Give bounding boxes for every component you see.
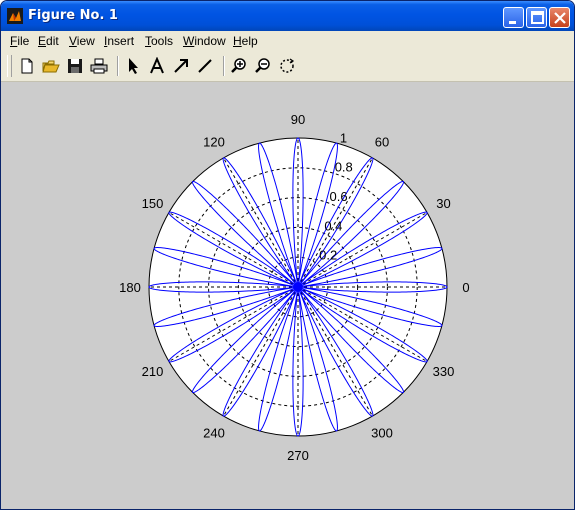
new-file-icon xyxy=(21,58,33,74)
print-button[interactable] xyxy=(90,57,108,75)
menu-window-mnemonic: W xyxy=(183,34,195,48)
radial-tick-label: 0.6 xyxy=(330,189,348,204)
zoom-out-icon xyxy=(255,58,270,73)
maximize-button[interactable] xyxy=(526,7,547,28)
zoom-in-button[interactable] xyxy=(230,57,248,75)
insert-text-icon xyxy=(150,57,164,74)
menu-bar: File Edit View Insert Tools Window Help xyxy=(1,31,574,51)
angle-tick-label: 300 xyxy=(371,425,393,440)
angle-tick-label: 180 xyxy=(119,280,141,295)
insert-line-button[interactable] xyxy=(196,57,214,75)
menu-window[interactable]: Window xyxy=(183,34,226,48)
menu-view-label: iew xyxy=(76,34,95,48)
select-arrow-icon xyxy=(129,58,138,74)
angle-tick-label: 0 xyxy=(462,280,469,295)
matlab-icon xyxy=(7,8,23,24)
figure-toolbar xyxy=(1,51,574,82)
print-icon xyxy=(90,58,108,74)
zoom-in-icon xyxy=(231,58,246,73)
minimize-button[interactable] xyxy=(503,7,524,28)
toolbar-grip[interactable] xyxy=(7,55,12,77)
angle-tick-label: 120 xyxy=(203,135,225,150)
angle-tick-label: 330 xyxy=(433,364,455,379)
menu-file-label: ile xyxy=(17,34,30,48)
angle-tick-label: 90 xyxy=(291,112,305,127)
save-icon xyxy=(68,59,82,73)
toolbar-separator xyxy=(223,56,225,76)
insert-text-button[interactable] xyxy=(148,57,166,75)
menu-tools-label: ools xyxy=(151,34,174,48)
radial-tick-label: 0.2 xyxy=(319,248,337,263)
open-folder-icon xyxy=(42,60,60,73)
menu-edit-mnemonic: E xyxy=(38,34,47,48)
rotate-3d-button[interactable] xyxy=(278,57,296,75)
angle-tick-label: 210 xyxy=(142,364,164,379)
menu-tools[interactable]: Tools xyxy=(145,34,173,48)
angle-tick-label: 150 xyxy=(142,196,164,211)
open-file-button[interactable] xyxy=(42,57,60,75)
figure-window: Figure No. 1 File Edit View Insert Tools… xyxy=(0,0,575,510)
radial-tick-label: 0.8 xyxy=(335,160,353,175)
rotate-icon xyxy=(280,58,295,73)
toolbar-separator xyxy=(117,56,119,76)
menu-help[interactable]: Help xyxy=(233,34,258,48)
menu-insert[interactable]: Insert xyxy=(104,34,134,48)
edit-plot-button[interactable] xyxy=(124,57,142,75)
insert-arrow-button[interactable] xyxy=(172,57,190,75)
insert-arrow-icon xyxy=(174,59,188,73)
save-button[interactable] xyxy=(66,57,84,75)
new-figure-button[interactable] xyxy=(18,57,36,75)
menu-insert-label: nsert xyxy=(107,34,135,48)
close-icon xyxy=(554,12,566,24)
angle-tick-label: 30 xyxy=(436,196,450,211)
title-bar[interactable]: Figure No. 1 xyxy=(1,1,574,31)
radial-tick-label: 1 xyxy=(340,130,347,145)
menu-window-label: indow xyxy=(194,34,226,48)
menu-view-mnemonic: V xyxy=(69,34,77,48)
menu-edit[interactable]: Edit xyxy=(38,34,59,48)
angle-tick-label: 270 xyxy=(287,448,309,463)
menu-file[interactable]: File xyxy=(10,34,29,48)
menu-help-mnemonic: H xyxy=(233,34,242,48)
minimize-icon xyxy=(509,21,516,24)
maximize-icon xyxy=(531,11,544,24)
menu-edit-label: dit xyxy=(46,34,59,48)
angle-tick-label: 60 xyxy=(375,135,389,150)
angle-tick-label: 240 xyxy=(203,425,225,440)
polar-plot[interactable]: 0 30 60 90 120 150 180 210 240 270 300 330 0.2 0.4 0.6… xyxy=(1,82,574,509)
figure-canvas[interactable]: 0 30 60 90 120 150 180 210 240 270 300 330 0.2 0.4 0.6… xyxy=(1,82,574,509)
window-title: Figure No. 1 xyxy=(28,8,118,23)
zoom-out-button[interactable] xyxy=(254,57,272,75)
insert-line-icon xyxy=(198,59,212,73)
menu-view[interactable]: View xyxy=(69,34,95,48)
menu-help-label: elp xyxy=(241,34,258,48)
close-button[interactable] xyxy=(549,7,570,28)
radial-tick-label: 0.4 xyxy=(324,218,342,233)
